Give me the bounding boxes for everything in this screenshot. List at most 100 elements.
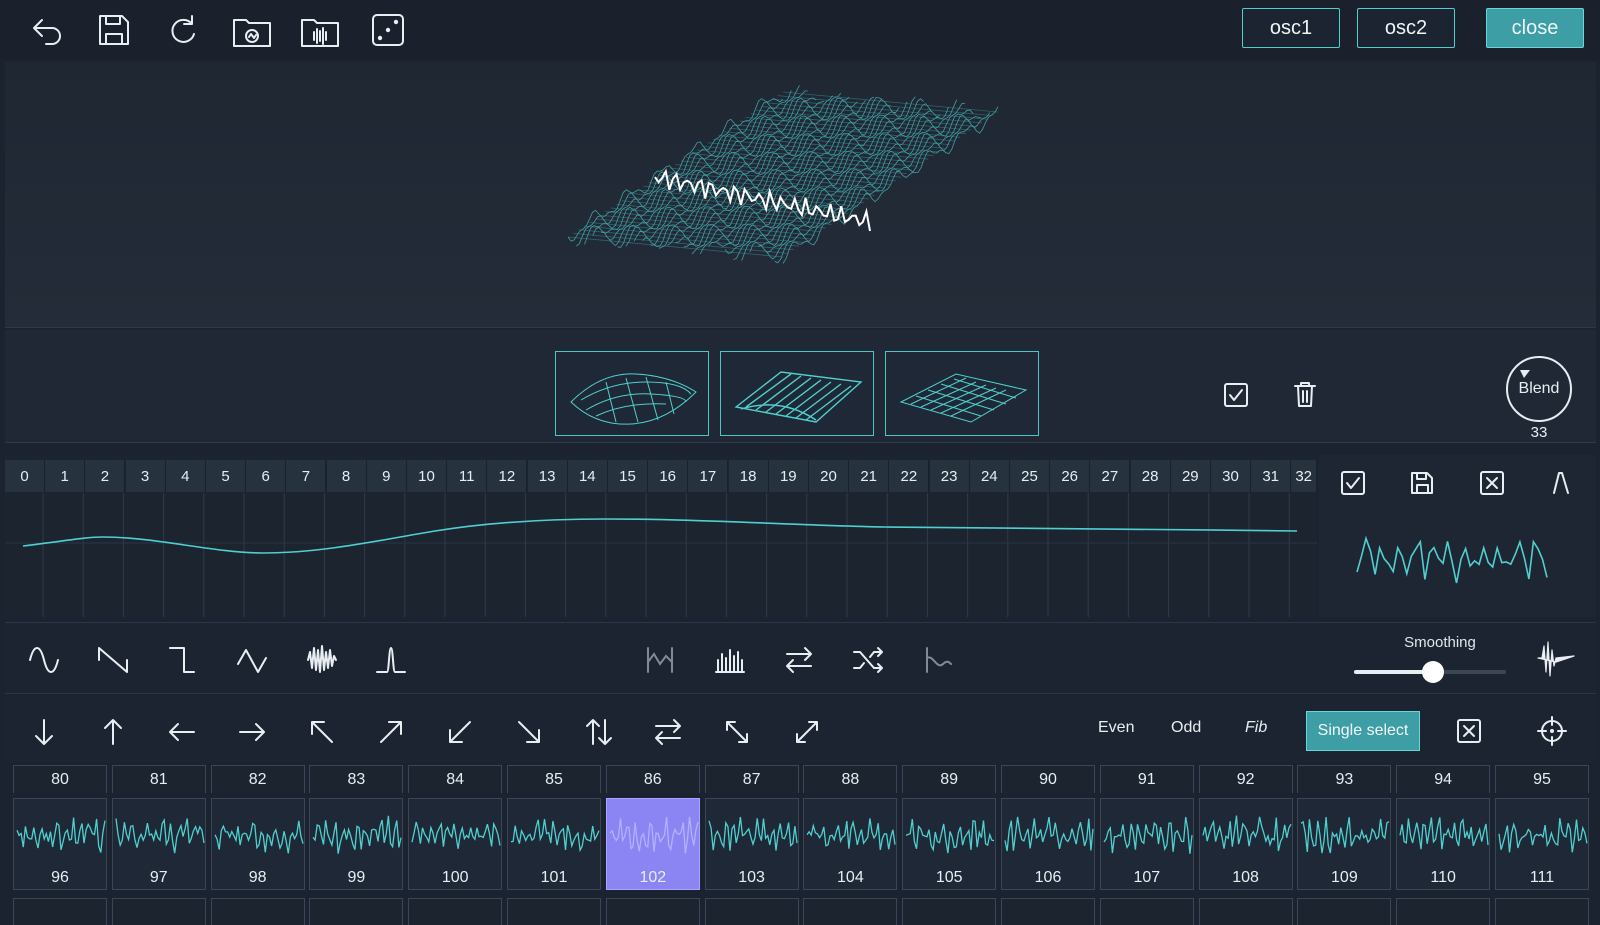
smoothing-slider-knob[interactable] xyxy=(1422,661,1445,683)
wave-cell[interactable]: 103 xyxy=(704,798,799,890)
shuffle-icon[interactable] xyxy=(848,640,888,680)
swap-icon[interactable] xyxy=(779,640,819,680)
wave-cell-number[interactable]: 85 xyxy=(507,765,601,793)
wave-cell-next-row[interactable] xyxy=(210,898,305,925)
timeline-frame-number[interactable]: 22 xyxy=(889,460,930,492)
timeline-frame-number[interactable]: 5 xyxy=(206,460,246,492)
wave-cell[interactable]: 105 xyxy=(902,798,997,890)
timeline-frame-number[interactable]: 13 xyxy=(527,460,568,492)
wave-cell[interactable]: 98 xyxy=(210,798,305,890)
wave-cell[interactable]: 108 xyxy=(1198,798,1293,890)
wave-cell-next-row[interactable] xyxy=(1099,898,1194,925)
wave-cell-number[interactable]: 92 xyxy=(1198,765,1293,793)
checkbox-icon[interactable] xyxy=(1339,469,1367,497)
arrow-down-left-icon[interactable] xyxy=(440,712,480,752)
wave-cell-next-row[interactable] xyxy=(13,898,107,925)
single-select-button[interactable]: Single select xyxy=(1306,711,1420,751)
wave-cell[interactable]: 100 xyxy=(408,798,503,890)
wave-cell[interactable]: 101 xyxy=(507,798,601,890)
wave-cell-next-row[interactable] xyxy=(111,898,206,925)
select-fib-button[interactable]: Fib xyxy=(1245,719,1267,737)
timeline-frame-number[interactable]: 19 xyxy=(768,460,809,492)
open-folder-icon[interactable] xyxy=(230,8,274,52)
envelope-icon[interactable] xyxy=(1534,636,1578,680)
timeline-frame-number[interactable]: 11 xyxy=(447,460,488,492)
wavetable-thumbnail[interactable] xyxy=(555,351,709,436)
wave-cell-next-row[interactable] xyxy=(1198,898,1293,925)
wave-cell-next-row[interactable] xyxy=(704,898,799,925)
arrow-up-right-icon[interactable] xyxy=(371,712,411,752)
undo-icon[interactable] xyxy=(24,8,68,52)
timeline-frame-number[interactable]: 29 xyxy=(1170,460,1211,492)
wave-cell[interactable]: 99 xyxy=(309,798,404,890)
wavetable-thumbnail[interactable] xyxy=(885,351,1039,436)
wave-cell[interactable]: 102 xyxy=(605,798,700,890)
timeline-frame-number[interactable]: 3 xyxy=(125,460,166,492)
wave-cell[interactable]: 96 xyxy=(13,798,107,890)
arrow-up-left-icon[interactable] xyxy=(302,712,342,752)
wave-cell-number[interactable]: 94 xyxy=(1396,765,1491,793)
timeline-frame-number[interactable]: 0 xyxy=(5,460,45,492)
timeline-frame-number[interactable]: 25 xyxy=(1010,460,1050,492)
select-even-button[interactable]: Even xyxy=(1098,719,1134,737)
wave-cell[interactable]: 106 xyxy=(1001,798,1095,890)
wave-cell-next-row[interactable] xyxy=(902,898,997,925)
wave-cell-next-row[interactable] xyxy=(309,898,404,925)
wave-cell[interactable]: 111 xyxy=(1495,798,1589,890)
timeline-frame-number[interactable]: 24 xyxy=(969,460,1010,492)
timeline-frame-number[interactable]: 31 xyxy=(1251,460,1292,492)
checkbox-icon[interactable] xyxy=(1222,381,1250,409)
wave-cell[interactable]: 110 xyxy=(1396,798,1491,890)
sample-folder-icon[interactable] xyxy=(298,8,342,52)
select-odd-button[interactable]: Odd xyxy=(1171,719,1201,737)
sine-wave-icon[interactable] xyxy=(24,640,64,680)
timeline-frame-number[interactable]: 9 xyxy=(366,460,407,492)
timeline-frame-number[interactable]: 2 xyxy=(85,460,126,492)
spectrum-icon[interactable] xyxy=(710,640,750,680)
arrow-down-right-icon[interactable] xyxy=(509,712,549,752)
noise-wave-icon[interactable] xyxy=(302,640,342,680)
timeline-frame-number[interactable]: 26 xyxy=(1050,460,1091,492)
clear-selection-icon[interactable] xyxy=(1455,717,1483,745)
arrow-up-icon[interactable] xyxy=(93,712,133,752)
square-wave-icon[interactable] xyxy=(162,640,202,680)
timeline-frame-number[interactable]: 23 xyxy=(929,460,970,492)
swap-vertical-icon[interactable] xyxy=(579,712,619,752)
crosshair-icon[interactable] xyxy=(1536,715,1568,747)
timeline-frame-number[interactable]: 16 xyxy=(648,460,689,492)
swap-horizontal-icon[interactable] xyxy=(648,712,688,752)
timeline-frame-number[interactable]: 20 xyxy=(809,460,849,492)
wave-cell-number[interactable]: 88 xyxy=(803,765,898,793)
normalize-icon[interactable] xyxy=(640,640,680,680)
wave-cell-next-row[interactable] xyxy=(605,898,700,925)
saw-wave-icon[interactable] xyxy=(93,640,133,680)
save-wave-icon[interactable] xyxy=(1408,469,1436,497)
wave-cell-number[interactable]: 87 xyxy=(704,765,799,793)
random-dice-icon[interactable] xyxy=(366,8,410,52)
timeline-frame-number[interactable]: 15 xyxy=(608,460,648,492)
wave-cell[interactable]: 107 xyxy=(1099,798,1194,890)
wave-cell-number[interactable]: 90 xyxy=(1001,765,1095,793)
osc2-button[interactable]: osc2 xyxy=(1357,8,1455,48)
timeline-frame-number[interactable]: 18 xyxy=(728,460,769,492)
wave-cell-number[interactable]: 82 xyxy=(210,765,305,793)
timeline-frame-number[interactable]: 6 xyxy=(246,460,287,492)
timeline-frame-number[interactable]: 12 xyxy=(487,460,528,492)
arrow-right-icon[interactable] xyxy=(232,712,272,752)
save-icon[interactable] xyxy=(92,8,136,52)
wave-cell-next-row[interactable] xyxy=(1495,898,1589,925)
wave-cell-next-row[interactable] xyxy=(1001,898,1095,925)
wave-cell-number[interactable]: 83 xyxy=(309,765,404,793)
close-button[interactable]: close xyxy=(1486,8,1584,48)
timeline-frame-number[interactable]: 17 xyxy=(688,460,729,492)
clear-wave-icon[interactable] xyxy=(1478,469,1506,497)
triangle-wave-icon[interactable] xyxy=(232,640,272,680)
timeline-frame-number[interactable]: 8 xyxy=(326,460,367,492)
wave-cell[interactable]: 104 xyxy=(803,798,898,890)
wave-cell-number[interactable]: 89 xyxy=(902,765,997,793)
osc1-button[interactable]: osc1 xyxy=(1242,8,1340,48)
peak-icon[interactable] xyxy=(1547,469,1575,497)
timeline-frame-number[interactable]: 14 xyxy=(567,460,608,492)
wave-cell[interactable]: 97 xyxy=(111,798,206,890)
wave-cell-next-row[interactable] xyxy=(507,898,601,925)
